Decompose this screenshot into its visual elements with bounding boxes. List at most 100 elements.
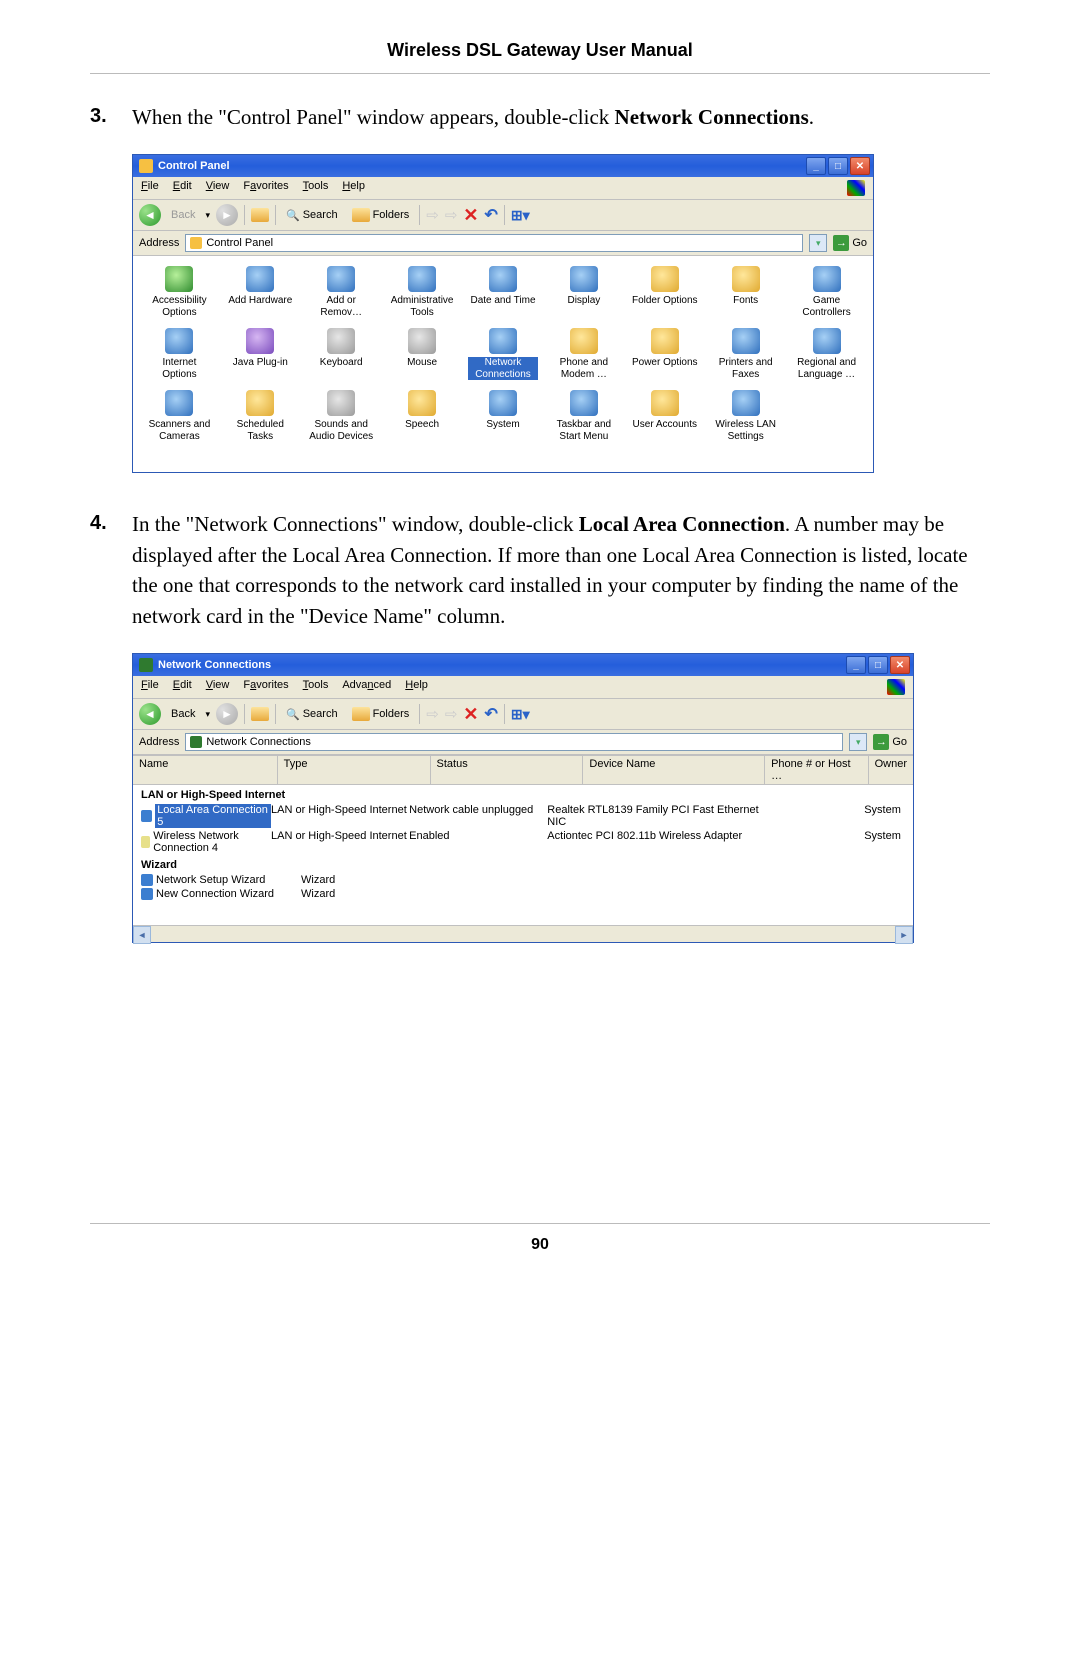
cp-item-date-and-time[interactable]: Date and Time	[465, 264, 542, 320]
wizard-row[interactable]: New Connection WizardWizard	[133, 887, 913, 901]
copy-to-icon[interactable]: ⇨	[445, 206, 458, 224]
cp-label: Scheduled Tasks	[227, 419, 293, 442]
col-name[interactable]: Name	[133, 756, 278, 784]
back-dropdown[interactable]: ▾	[205, 210, 210, 221]
col-device[interactable]: Device Name	[583, 756, 765, 784]
cp-label: Regional and Language …	[794, 357, 860, 380]
connection-owner: System	[864, 804, 913, 828]
menu-view-2[interactable]: View	[206, 679, 230, 695]
cp-item-java-plug-in[interactable]: Java Plug-in	[222, 326, 299, 382]
cp-item-sounds-and-audio-devices[interactable]: Sounds and Audio Devices	[303, 388, 380, 444]
menu-view[interactable]: View	[206, 180, 230, 196]
cp-item-speech[interactable]: Speech	[384, 388, 461, 444]
cp-item-wireless-lan-settings[interactable]: Wireless LAN Settings	[707, 388, 784, 444]
wizard-row[interactable]: Network Setup WizardWizard	[133, 873, 913, 887]
cp-item-printers-and-faxes[interactable]: Printers and Faxes	[707, 326, 784, 382]
scroll-left-icon[interactable]: ◄	[133, 926, 151, 944]
minimize-button[interactable]: _	[806, 157, 826, 175]
go-button[interactable]: →Go	[833, 235, 867, 251]
horizontal-scrollbar[interactable]: ◄ ►	[133, 925, 913, 942]
cp-icon	[246, 266, 274, 292]
cp-item-accessibility-options[interactable]: Accessibility Options	[141, 264, 218, 320]
cp-item-power-options[interactable]: Power Options	[626, 326, 703, 382]
cp-icon	[651, 390, 679, 416]
col-owner[interactable]: Owner	[869, 756, 913, 784]
up-folder-button[interactable]	[251, 208, 269, 222]
col-status[interactable]: Status	[431, 756, 584, 784]
connection-row[interactable]: Wireless Network Connection 4LAN or High…	[133, 829, 913, 855]
address-field-2[interactable]: Network Connections	[185, 733, 843, 751]
folders-button[interactable]: Folders	[348, 206, 414, 224]
address-dropdown-2[interactable]: ▾	[849, 733, 867, 751]
go-button-2[interactable]: →Go	[873, 734, 907, 750]
cp-item-fonts[interactable]: Fonts	[707, 264, 784, 320]
cp-item-mouse[interactable]: Mouse	[384, 326, 461, 382]
minimize-button-2[interactable]: _	[846, 656, 866, 674]
menu-file-2[interactable]: File	[141, 679, 159, 695]
move-to-icon[interactable]: ⇨	[426, 206, 439, 224]
address-dropdown[interactable]: ▾	[809, 234, 827, 252]
views-button[interactable]: ⊞▾	[511, 207, 530, 224]
cp-item-administrative-tools[interactable]: Administrative Tools	[384, 264, 461, 320]
cp-item-user-accounts[interactable]: User Accounts	[626, 388, 703, 444]
cp-item-network-connections[interactable]: Network Connections	[465, 326, 542, 382]
cp-item-folder-options[interactable]: Folder Options	[626, 264, 703, 320]
cp-item-add-hardware[interactable]: Add Hardware	[222, 264, 299, 320]
windows-logo-icon	[847, 180, 865, 196]
copy-to-icon-2[interactable]: ⇨	[445, 705, 458, 723]
address-field[interactable]: Control Panel	[185, 234, 803, 252]
back-button[interactable]: ◄	[139, 204, 161, 226]
cp-item-taskbar-and-start-menu[interactable]: Taskbar and Start Menu	[545, 388, 622, 444]
close-button-2[interactable]: ✕	[890, 656, 910, 674]
menu-tools[interactable]: Tools	[303, 180, 329, 196]
menu-file[interactable]: File	[141, 180, 159, 196]
menu-help-2[interactable]: Help	[405, 679, 428, 695]
menu-tools-2[interactable]: Tools	[303, 679, 329, 695]
maximize-button[interactable]: □	[828, 157, 848, 175]
cp-item-system[interactable]: System	[465, 388, 542, 444]
menu-advanced[interactable]: Advanced	[342, 679, 391, 695]
connection-row[interactable]: Local Area Connection 5LAN or High-Speed…	[133, 803, 913, 829]
cp-item-display[interactable]: Display	[545, 264, 622, 320]
cp-item-scheduled-tasks[interactable]: Scheduled Tasks	[222, 388, 299, 444]
delete-button-2[interactable]: ✕	[463, 704, 478, 725]
views-button-2[interactable]: ⊞▾	[511, 706, 530, 723]
up-folder-button-2[interactable]	[251, 707, 269, 721]
delete-button[interactable]: ✕	[463, 205, 478, 226]
forward-button[interactable]: ►	[216, 204, 238, 226]
col-type[interactable]: Type	[278, 756, 431, 784]
maximize-button-2[interactable]: □	[868, 656, 888, 674]
folders-button-2[interactable]: Folders	[348, 705, 414, 723]
menu-favorites-2[interactable]: Favorites	[243, 679, 288, 695]
cp-item-game-controllers[interactable]: Game Controllers	[788, 264, 865, 320]
menubar-2: File Edit View Favorites Tools Advanced …	[133, 676, 913, 699]
col-phone[interactable]: Phone # or Host …	[765, 756, 869, 784]
back-button-2[interactable]: ◄	[139, 703, 161, 725]
menu-edit[interactable]: Edit	[173, 180, 192, 196]
menu-help[interactable]: Help	[342, 180, 365, 196]
undo-button-2[interactable]: ↶	[485, 704, 498, 724]
connection-device: Actiontec PCI 802.11b Wireless Adapter	[547, 830, 775, 854]
cp-item-phone-and-modem-[interactable]: Phone and Modem …	[545, 326, 622, 382]
search-button-2[interactable]: 🔍 Search	[282, 706, 342, 723]
menu-edit-2[interactable]: Edit	[173, 679, 192, 695]
back-dropdown-2[interactable]: ▾	[205, 709, 210, 720]
cp-label: System	[486, 419, 519, 431]
search-button[interactable]: 🔍 Search	[282, 207, 342, 224]
connection-status: Network cable unplugged	[409, 804, 547, 828]
connections-list: LAN or High-Speed Internet Local Area Co…	[133, 785, 913, 925]
cp-item-scanners-and-cameras[interactable]: Scanners and Cameras	[141, 388, 218, 444]
cp-label: Administrative Tools	[389, 295, 455, 318]
cp-label: Keyboard	[320, 357, 363, 369]
connection-owner: System	[864, 830, 913, 854]
close-button[interactable]: ✕	[850, 157, 870, 175]
scroll-right-icon[interactable]: ►	[895, 926, 913, 944]
menu-favorites[interactable]: Favorites	[243, 180, 288, 196]
forward-button-2[interactable]: ►	[216, 703, 238, 725]
cp-item-add-or-remov-[interactable]: Add or Remov…	[303, 264, 380, 320]
cp-item-regional-and-language-[interactable]: Regional and Language …	[788, 326, 865, 382]
undo-button[interactable]: ↶	[485, 205, 498, 225]
move-to-icon-2[interactable]: ⇨	[426, 705, 439, 723]
cp-item-keyboard[interactable]: Keyboard	[303, 326, 380, 382]
cp-item-internet-options[interactable]: Internet Options	[141, 326, 218, 382]
